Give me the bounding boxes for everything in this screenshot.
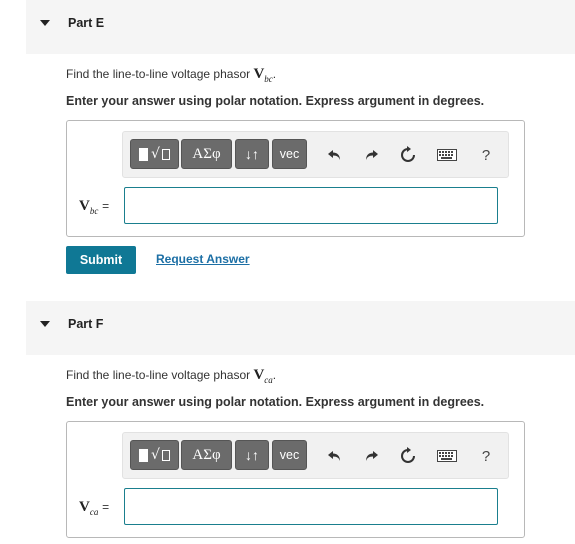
part-e-header[interactable]: Part E [26, 0, 575, 54]
part-f-title: Part F [68, 317, 104, 331]
request-answer-link[interactable]: Request Answer [156, 252, 250, 266]
phasor-symbol: Vbc [253, 66, 273, 84]
math-toolbar: √ ΑΣφ ↓↑ vec ? [122, 131, 509, 178]
prompt-text: Find the line-to-line voltage phasor [66, 368, 251, 382]
arrows-button[interactable]: ↓↑ [235, 440, 269, 470]
reset-icon[interactable] [397, 144, 419, 166]
radical-icon: √ [151, 146, 160, 162]
help-button[interactable]: ? [475, 445, 497, 467]
keyboard-icon[interactable] [436, 144, 458, 166]
collapse-caret-icon[interactable] [40, 20, 50, 26]
part-f-prompt: Find the line-to-line voltage phasor Vca… [66, 367, 277, 385]
collapse-caret-icon[interactable] [40, 321, 50, 327]
part-e-instruction: Enter your answer using polar notation. … [66, 94, 485, 108]
keyboard-icon[interactable] [436, 445, 458, 467]
radical-icon: √ [151, 447, 160, 463]
part-e-answer-box: √ ΑΣφ ↓↑ vec ? Vbc = [66, 120, 525, 237]
redo-icon[interactable] [360, 144, 382, 166]
arrows-button[interactable]: ↓↑ [235, 139, 269, 169]
answer-variable-label: Vca = [79, 499, 110, 517]
vector-button[interactable]: vec [272, 139, 307, 169]
reset-icon[interactable] [397, 445, 419, 467]
part-f-header[interactable]: Part F [26, 301, 575, 355]
greek-symbols-button[interactable]: ΑΣφ [181, 440, 232, 470]
templates-button[interactable]: √ [130, 440, 179, 470]
templates-button[interactable]: √ [130, 139, 179, 169]
answer-input[interactable] [124, 488, 498, 525]
part-e-prompt: Find the line-to-line voltage phasor Vbc… [66, 66, 277, 84]
part-e-title: Part E [68, 16, 105, 30]
submit-button[interactable]: Submit [66, 246, 136, 274]
answer-variable-label: Vbc = [79, 198, 110, 216]
part-f-instruction: Enter your answer using polar notation. … [66, 395, 485, 409]
part-f-answer-box: √ ΑΣφ ↓↑ vec ? Vca = [66, 421, 525, 538]
greek-symbols-button[interactable]: ΑΣφ [181, 139, 232, 169]
answer-input[interactable] [124, 187, 498, 224]
vector-button[interactable]: vec [272, 440, 307, 470]
prompt-text: Find the line-to-line voltage phasor [66, 67, 251, 81]
undo-icon[interactable] [324, 144, 346, 166]
undo-icon[interactable] [324, 445, 346, 467]
phasor-symbol: Vca [253, 367, 273, 385]
help-button[interactable]: ? [475, 144, 497, 166]
math-toolbar: √ ΑΣφ ↓↑ vec ? [122, 432, 509, 479]
redo-icon[interactable] [360, 445, 382, 467]
